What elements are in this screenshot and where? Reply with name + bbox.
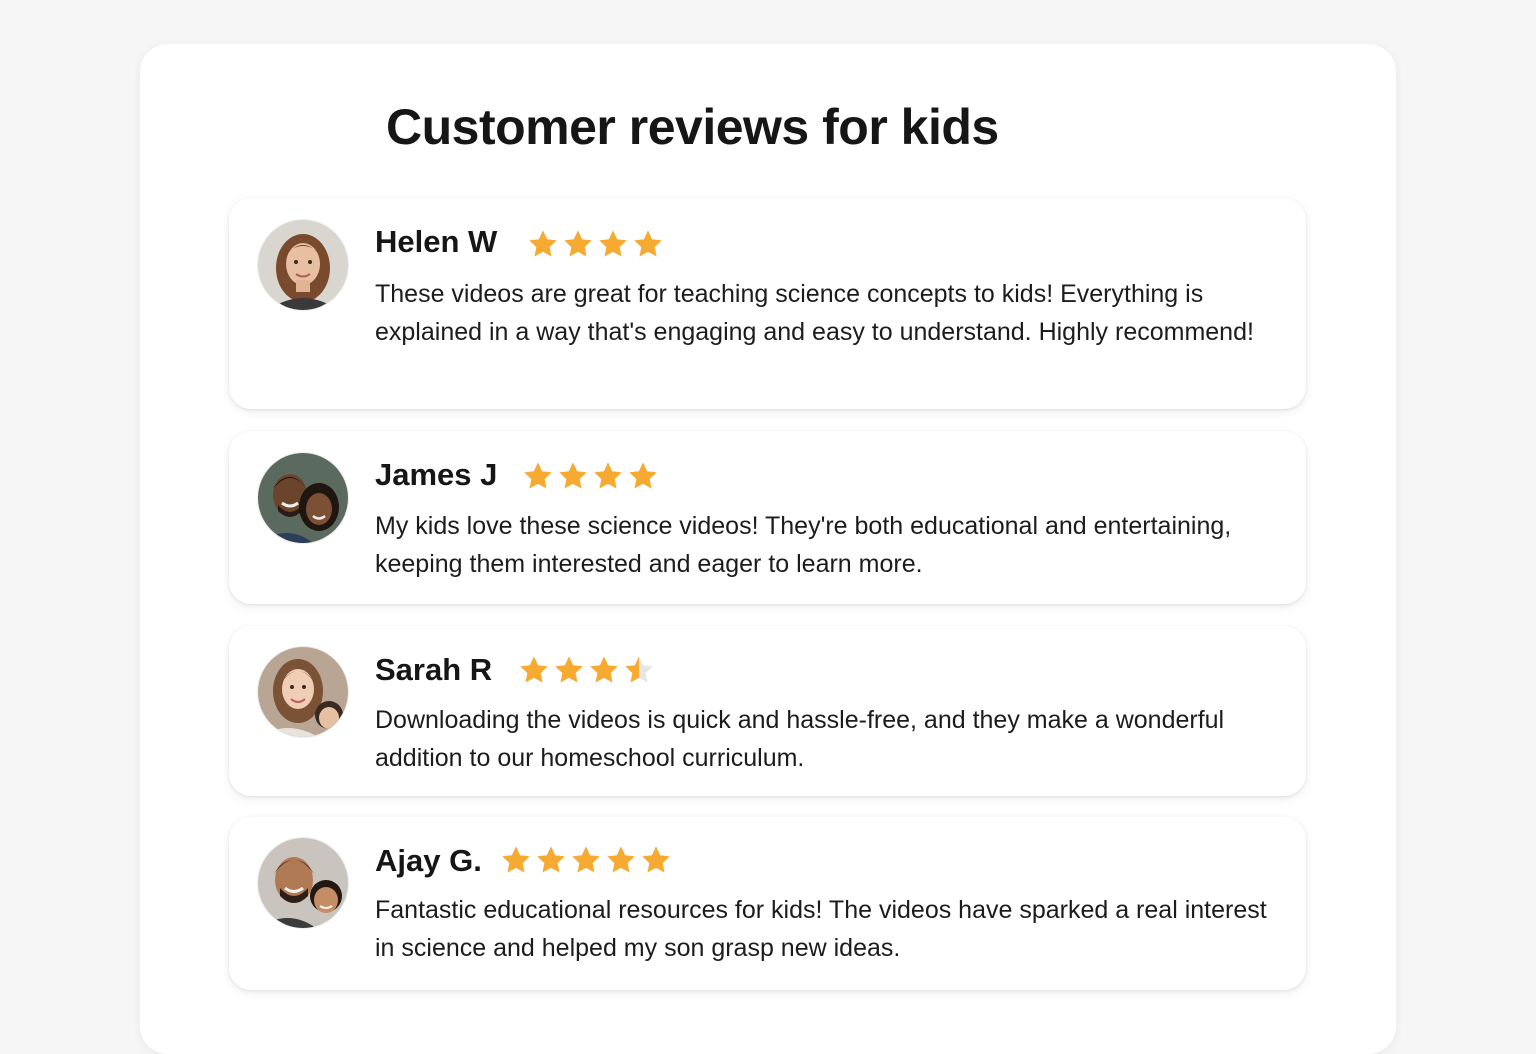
woman-portrait-avatar bbox=[258, 220, 348, 310]
father-daughter-avatar bbox=[258, 453, 348, 543]
star-filled-icon bbox=[629, 462, 657, 489]
star-filled-icon bbox=[607, 846, 635, 873]
father-son-avatar bbox=[258, 838, 348, 928]
star-filled-icon bbox=[529, 230, 557, 257]
reviewer-name: Sarah R bbox=[375, 652, 493, 687]
star-filled-icon bbox=[590, 656, 618, 683]
star-filled-icon bbox=[559, 462, 587, 489]
review-text: Fantastic educational resources for kids… bbox=[375, 896, 1267, 962]
star-filled-icon bbox=[524, 462, 552, 489]
review-card: Sarah R Downloading the videos is quick … bbox=[229, 626, 1306, 796]
mother-child-avatar bbox=[258, 647, 348, 737]
reviewer-name: Helen W bbox=[375, 224, 498, 259]
star-filled-icon bbox=[599, 230, 627, 257]
star-filled-icon bbox=[634, 230, 662, 257]
page-title: Customer reviews for kids bbox=[386, 99, 999, 155]
review-card: Helen W These videos are great for teach… bbox=[229, 198, 1306, 409]
star-filled-icon bbox=[520, 656, 548, 683]
star-filled-icon bbox=[537, 846, 565, 873]
review-text: These videos are great for teaching scie… bbox=[375, 280, 1254, 346]
star-filled-icon bbox=[555, 656, 583, 683]
review-card: James J My kids love these science video… bbox=[229, 431, 1306, 604]
star-filled-icon bbox=[594, 462, 622, 489]
star-filled-icon bbox=[564, 230, 592, 257]
star-rating bbox=[500, 844, 672, 876]
review-text: My kids love these science videos! They'… bbox=[375, 512, 1232, 578]
review-text: Downloading the videos is quick and hass… bbox=[375, 706, 1225, 772]
star-rating bbox=[527, 228, 664, 260]
star-rating bbox=[518, 654, 655, 686]
star-filled-icon bbox=[642, 846, 670, 873]
review-card: Ajay G. Fantastic educational resources … bbox=[229, 817, 1306, 990]
star-rating bbox=[522, 460, 659, 492]
reviewer-name: Ajay G. bbox=[375, 843, 482, 878]
star-filled-icon bbox=[572, 846, 600, 873]
star-filled-icon bbox=[502, 846, 530, 873]
reviews-panel: Customer reviews for kids Helen W These … bbox=[140, 44, 1396, 1054]
star-half-icon bbox=[625, 656, 653, 683]
reviewer-name: James J bbox=[375, 457, 498, 492]
